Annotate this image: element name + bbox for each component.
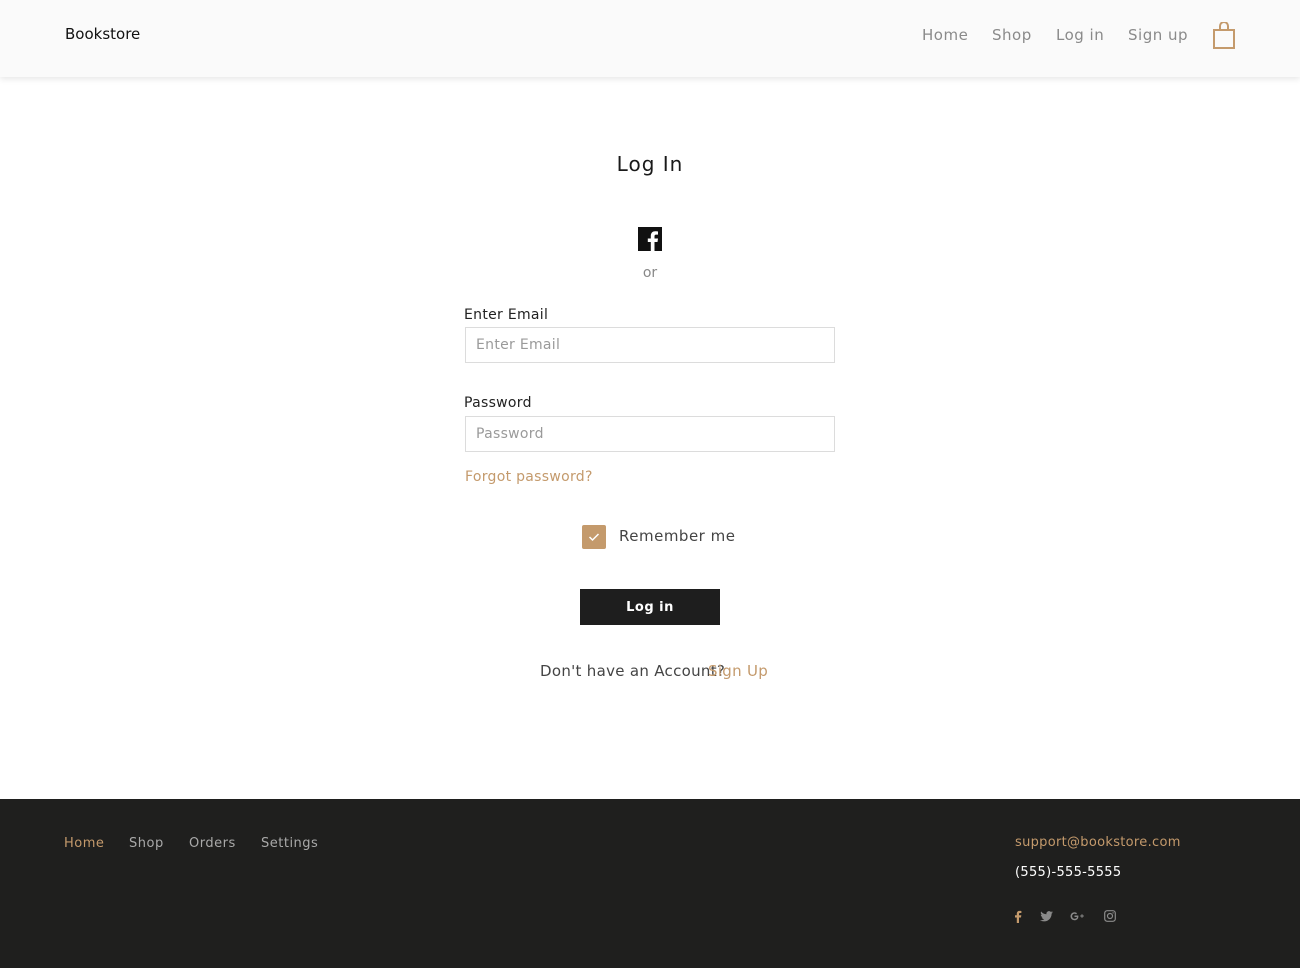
facebook-login-icon[interactable] — [638, 227, 662, 251]
facebook-icon[interactable] — [1011, 909, 1025, 923]
no-account-text: Don't have an Account? — [540, 662, 726, 680]
footer-nav-settings[interactable]: Settings — [261, 836, 318, 851]
email-field[interactable] — [465, 327, 835, 363]
site-footer: Home Shop Orders Settings support@bookst… — [0, 799, 1300, 968]
nav-home[interactable]: Home — [922, 26, 968, 44]
brand-logo[interactable]: Bookstore — [65, 25, 140, 43]
signup-link[interactable]: Sign Up — [708, 662, 768, 680]
support-email-link[interactable]: support@bookstore.com — [1015, 835, 1181, 850]
instagram-icon[interactable] — [1103, 909, 1117, 923]
page-title: Log In — [616, 152, 684, 176]
footer-nav-shop[interactable]: Shop — [129, 836, 164, 851]
shopping-bag-icon[interactable] — [1212, 21, 1236, 50]
login-button[interactable]: Log in — [580, 589, 720, 625]
email-label: Enter Email — [464, 307, 549, 323]
nav-signup[interactable]: Sign up — [1128, 26, 1188, 44]
site-header: Bookstore Home Shop Log in Sign up — [0, 0, 1300, 77]
password-label: Password — [464, 395, 532, 411]
forgot-password-link[interactable]: Forgot password? — [465, 469, 593, 485]
footer-nav-home[interactable]: Home — [64, 836, 104, 851]
twitter-icon[interactable] — [1039, 909, 1053, 923]
remember-me-label[interactable]: Remember me — [619, 527, 735, 545]
nav-shop[interactable]: Shop — [992, 26, 1032, 44]
footer-nav-orders[interactable]: Orders — [189, 836, 236, 851]
google-plus-icon[interactable] — [1070, 909, 1084, 923]
or-divider: or — [642, 265, 658, 281]
password-field[interactable] — [465, 416, 835, 452]
nav-login[interactable]: Log in — [1056, 26, 1104, 44]
support-phone: (555)-555-5555 — [1015, 865, 1122, 880]
check-icon — [588, 533, 600, 542]
remember-me-checkbox[interactable] — [582, 525, 606, 549]
